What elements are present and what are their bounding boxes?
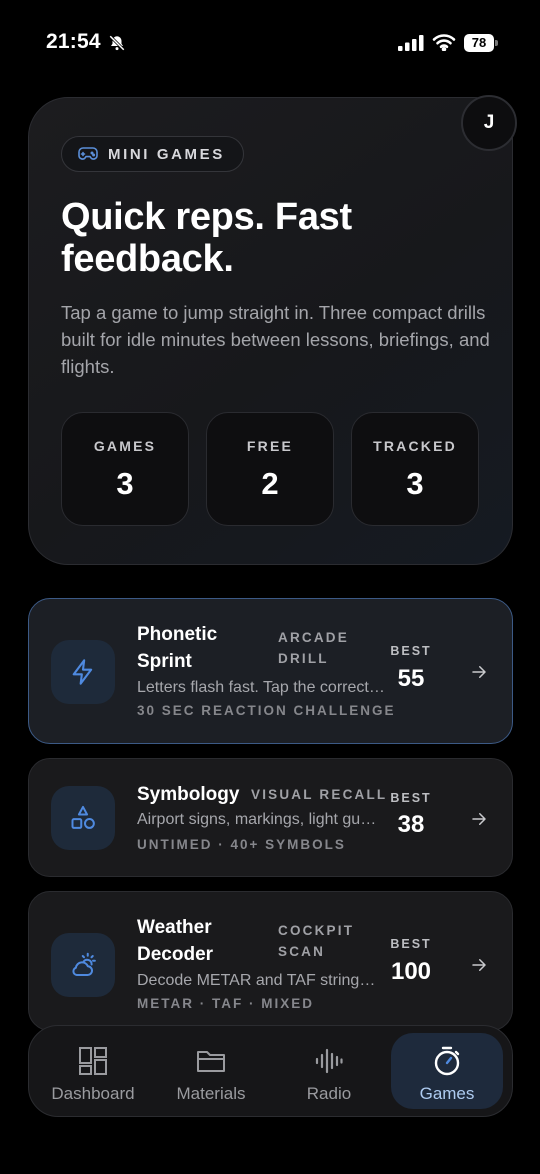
- game-description: Letters flash fast. Tap the correct call…: [137, 679, 385, 696]
- avatar[interactable]: J: [461, 95, 517, 151]
- stat-value: 3: [406, 466, 424, 501]
- best-score: 38: [397, 811, 425, 838]
- game-icon-box: [51, 933, 115, 997]
- game-title: Symbology: [137, 784, 240, 805]
- status-time: 21:54: [46, 30, 101, 53]
- nav-item-materials[interactable]: Materials: [155, 1033, 267, 1109]
- game-tag: COCKPIT SCAN: [278, 923, 355, 959]
- bell-muted-icon: [109, 35, 125, 51]
- nav-item-radio[interactable]: Radio: [273, 1033, 385, 1109]
- game-description: Airport signs, markings, light guns and …: [137, 811, 385, 828]
- best-score: 100: [390, 958, 432, 985]
- game-description: Decode METAR and TAF strings at speed.: [137, 972, 377, 989]
- stat-label: FREE: [246, 438, 294, 454]
- game-icon-box: [51, 786, 115, 850]
- waveform-icon: [315, 1048, 343, 1074]
- best-label: BEST: [390, 644, 432, 658]
- hero-description: Tap a game to jump straight in. Three co…: [61, 302, 490, 377]
- game-meta: METAR · TAF · MIXED: [137, 996, 314, 1011]
- weather-icon: [72, 952, 96, 976]
- best-label: BEST: [390, 937, 432, 951]
- best-score: 55: [397, 665, 425, 692]
- game-card-weather-decoder[interactable]: Weather Decoder COCKPIT SCAN Decode META…: [28, 891, 513, 1031]
- wifi-icon: [432, 34, 456, 51]
- bottom-nav: Dashboard Materials Radio Games: [28, 1025, 513, 1117]
- game-card-phonetic-sprint[interactable]: Phonetic Sprint ARCADE DRILL Letters fla…: [28, 598, 513, 744]
- avatar-initial: J: [483, 112, 495, 133]
- game-tag: ARCADE DRILL: [278, 630, 349, 666]
- best-label: BEST: [390, 791, 432, 805]
- game-title: Weather Decoder: [137, 917, 214, 965]
- arrow-right-icon: [472, 959, 486, 971]
- section-pill: MINI GAMES: [61, 136, 244, 172]
- game-meta: 30 SEC REACTION CHALLENGE: [137, 703, 396, 718]
- stat-games: GAMES 3: [61, 412, 189, 526]
- nav-label: Dashboard: [51, 1084, 135, 1103]
- game-icon-box: [51, 640, 115, 704]
- nav-item-dashboard[interactable]: Dashboard: [37, 1033, 149, 1109]
- folder-icon: [197, 1051, 225, 1072]
- nav-label: Materials: [176, 1084, 246, 1103]
- stat-label: GAMES: [93, 438, 157, 454]
- stat-value: 2: [261, 466, 279, 501]
- stopwatch-icon: [434, 1046, 460, 1076]
- nav-label: Radio: [306, 1084, 352, 1103]
- page-title: Quick reps. Fast feedback.: [61, 196, 352, 280]
- lightning-icon: [72, 659, 93, 685]
- game-card-symbology[interactable]: Symbology VISUAL RECALL Airport signs, m…: [28, 758, 513, 877]
- pill-label: MINI GAMES: [108, 145, 225, 163]
- battery-indicator: 78: [464, 34, 498, 52]
- arrow-right-icon: [472, 666, 486, 678]
- status-bar: 21:54 78: [0, 0, 540, 90]
- nav-item-games[interactable]: Games: [391, 1033, 503, 1109]
- nav-label: Games: [419, 1084, 475, 1103]
- game-meta: UNTIMED · 40+ SYMBOLS: [137, 837, 346, 852]
- gamepad-icon: [78, 147, 98, 160]
- battery-level: 78: [464, 34, 494, 52]
- stat-value: 3: [116, 466, 134, 501]
- stat-tracked: TRACKED 3: [351, 412, 479, 526]
- dashboard-icon: [79, 1047, 107, 1075]
- arrow-right-icon: [472, 813, 486, 825]
- game-tag: VISUAL RECALL: [251, 787, 388, 802]
- game-title: Phonetic Sprint: [137, 624, 218, 672]
- stat-free: FREE 2: [206, 412, 334, 526]
- shapes-icon: [71, 805, 95, 829]
- stat-label: TRACKED: [373, 438, 457, 454]
- cellular-signal-icon: [398, 35, 424, 51]
